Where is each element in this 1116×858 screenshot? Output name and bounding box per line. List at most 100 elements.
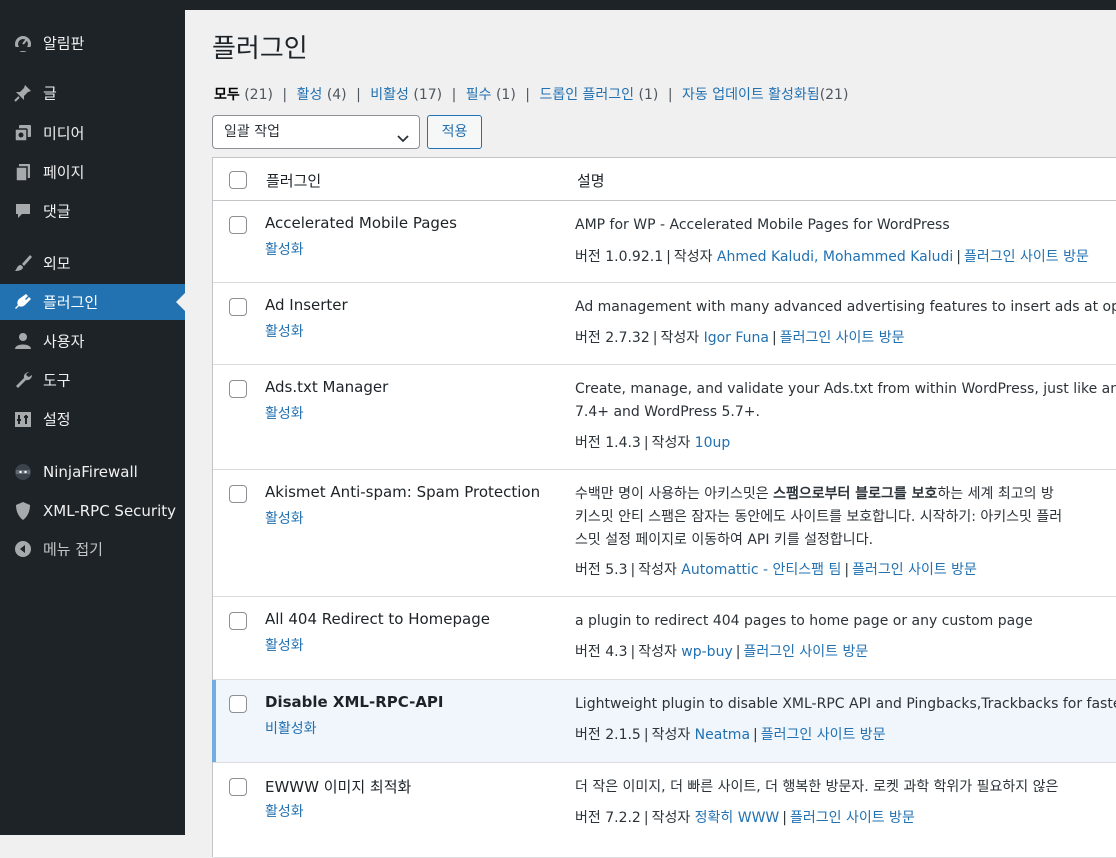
description-text: 하는 세계 최고의 방 [937, 486, 1054, 502]
filter-separator: | [667, 87, 673, 103]
deactivate-link[interactable]: 비활성화 [265, 718, 317, 738]
filter-all[interactable]: 모두 [214, 87, 240, 103]
brush-icon [12, 252, 34, 274]
column-header-description: 설명 [577, 172, 605, 190]
apply-button[interactable]: 적용 [427, 115, 482, 149]
table-row: EWWW 이미지 최적화 활성화 더 작은 이미지, 더 빠른 사이트, 더 행… [213, 763, 1116, 858]
sidebar-item-users[interactable]: 사용자 [0, 323, 185, 359]
plugin-version: 버전 5.3 [575, 562, 628, 578]
visit-plugin-site-link[interactable]: 플러그인 사이트 방문 [743, 644, 868, 660]
meta-separator: | [630, 562, 636, 578]
plugin-icon [12, 291, 34, 313]
by-label: 작성자 [673, 249, 713, 265]
plugin-version: 버전 7.2.2 [575, 810, 641, 826]
plugins-table: 플러그인 설명 Accelerated Mobile Pages 활성화 AMP… [212, 157, 1116, 858]
filter-mustuse[interactable]: 필수 [466, 87, 492, 103]
collapse-menu-button[interactable]: 메뉴 접기 [0, 531, 185, 567]
row-checkbox[interactable] [229, 380, 247, 398]
filter-count: (1) [638, 87, 659, 103]
sidebar-item-media[interactable]: 미디어 [0, 115, 185, 151]
visit-plugin-site-link[interactable]: 플러그인 사이트 방문 [761, 727, 886, 743]
description-line: Create, manage, and validate your Ads.tx… [575, 381, 1116, 397]
activate-link[interactable]: 활성화 [265, 508, 304, 528]
plugin-version: 버전 1.0.92.1 [575, 249, 664, 265]
meta-separator: | [652, 330, 658, 346]
meta-separator: | [643, 810, 649, 826]
activate-link[interactable]: 활성화 [265, 321, 304, 341]
filter-dropins[interactable]: 드롭인 플러그인 [539, 87, 634, 103]
wrench-icon [12, 369, 34, 391]
ninja-icon [12, 461, 34, 483]
sidebar-item-xmlrpc-security[interactable]: XML-RPC Security [0, 493, 185, 529]
author-link[interactable]: Igor Funa [704, 330, 769, 346]
sidebar-item-dashboard[interactable]: 알림판 [0, 25, 185, 61]
collapse-icon [12, 538, 34, 560]
sidebar-item-label: 도구 [43, 371, 71, 390]
plugin-meta: 버전 1.4.3 | 작성자 10up [575, 432, 730, 452]
visit-plugin-site-link[interactable]: 플러그인 사이트 방문 [790, 810, 915, 826]
sidebar-item-label: 메뉴 접기 [43, 540, 103, 559]
sidebar-item-tools[interactable]: 도구 [0, 362, 185, 398]
visit-plugin-site-link[interactable]: 플러그인 사이트 방문 [780, 330, 905, 346]
plugin-description: a plugin to redirect 404 pages to home p… [575, 613, 1033, 629]
filter-count: (4) [326, 87, 347, 103]
filter-inactive[interactable]: 비활성 [370, 87, 409, 103]
row-checkbox[interactable] [229, 485, 247, 503]
plugin-meta: 버전 7.2.2 | 작성자 정확히 WWW | 플러그인 사이트 방문 [575, 807, 915, 827]
sidebar-item-settings[interactable]: 설정 [0, 401, 185, 437]
activate-link[interactable]: 활성화 [265, 635, 304, 655]
author-link[interactable]: Ahmed Kaludi, Mohammed Kaludi [717, 249, 953, 265]
plugin-description: Ad management with many advanced adverti… [575, 299, 1116, 315]
filter-separator: | [525, 87, 530, 103]
bulk-action-select[interactable]: 일괄 작업 [212, 115, 420, 149]
sidebar-item-ninjafirewall[interactable]: NinjaFirewall [0, 454, 185, 490]
author-link[interactable]: 정확히 WWW [695, 810, 780, 826]
description-line: 키스밋 안티 스팸은 잠자는 동안에도 사이트를 보호합니다. 시작하기: 아키… [575, 509, 1063, 525]
plugin-version: 버전 1.4.3 [575, 435, 641, 451]
sidebar-item-posts[interactable]: 글 [0, 75, 185, 111]
author-link[interactable]: 10up [695, 435, 731, 451]
table-header: 플러그인 설명 [213, 158, 1116, 201]
plugin-version: 버전 2.7.32 [575, 330, 650, 346]
meta-separator: | [643, 435, 649, 451]
by-label: 작성자 [651, 727, 691, 743]
by-label: 작성자 [638, 562, 677, 578]
sidebar-item-label: 외모 [43, 254, 71, 273]
plugin-description: AMP for WP - Accelerated Mobile Pages fo… [575, 217, 950, 233]
row-checkbox[interactable] [229, 216, 247, 234]
author-link[interactable]: wp-buy [681, 644, 732, 660]
page-title: 플러그인 [212, 34, 308, 64]
visit-plugin-site-link[interactable]: 플러그인 사이트 방문 [852, 562, 977, 578]
sidebar-item-plugins[interactable]: 플러그인 [0, 284, 185, 320]
plugin-name: Disable XML-RPC-API [265, 693, 444, 711]
plugin-version: 버전 2.1.5 [575, 727, 641, 743]
activate-link[interactable]: 활성화 [265, 801, 304, 821]
select-all-checkbox[interactable] [229, 171, 247, 189]
sidebar-item-label: 글 [43, 84, 57, 103]
row-checkbox[interactable] [229, 612, 247, 630]
meta-separator: | [782, 810, 787, 826]
activate-link[interactable]: 활성화 [265, 239, 304, 259]
row-checkbox[interactable] [229, 695, 247, 713]
comments-icon [12, 200, 34, 222]
plugin-name: Ad Inserter [265, 296, 348, 314]
by-label: 작성자 [651, 435, 691, 451]
visit-plugin-site-link[interactable]: 플러그인 사이트 방문 [964, 249, 1089, 265]
sidebar-item-comments[interactable]: 댓글 [0, 193, 185, 229]
row-checkbox[interactable] [229, 778, 247, 796]
meta-separator: | [630, 644, 636, 660]
filter-auto-update-enabled[interactable]: 자동 업데이트 활성화됨 [682, 87, 820, 103]
author-link[interactable]: Neatma [695, 727, 750, 743]
sidebar-item-pages[interactable]: 페이지 [0, 154, 185, 190]
meta-separator: | [771, 330, 777, 346]
author-link[interactable]: Automattic - 안티스팸 팀 [681, 562, 841, 578]
activate-link[interactable]: 활성화 [265, 403, 304, 423]
filter-active[interactable]: 활성 [297, 87, 323, 103]
by-label: 작성자 [651, 810, 691, 826]
sidebar-item-appearance[interactable]: 외모 [0, 245, 185, 281]
filter-count: (17) [413, 87, 443, 103]
sidebar-item-label: 알림판 [43, 34, 85, 53]
row-checkbox[interactable] [229, 298, 247, 316]
sidebar-item-label: 페이지 [43, 163, 85, 182]
table-row: Accelerated Mobile Pages 활성화 AMP for WP … [213, 201, 1116, 283]
